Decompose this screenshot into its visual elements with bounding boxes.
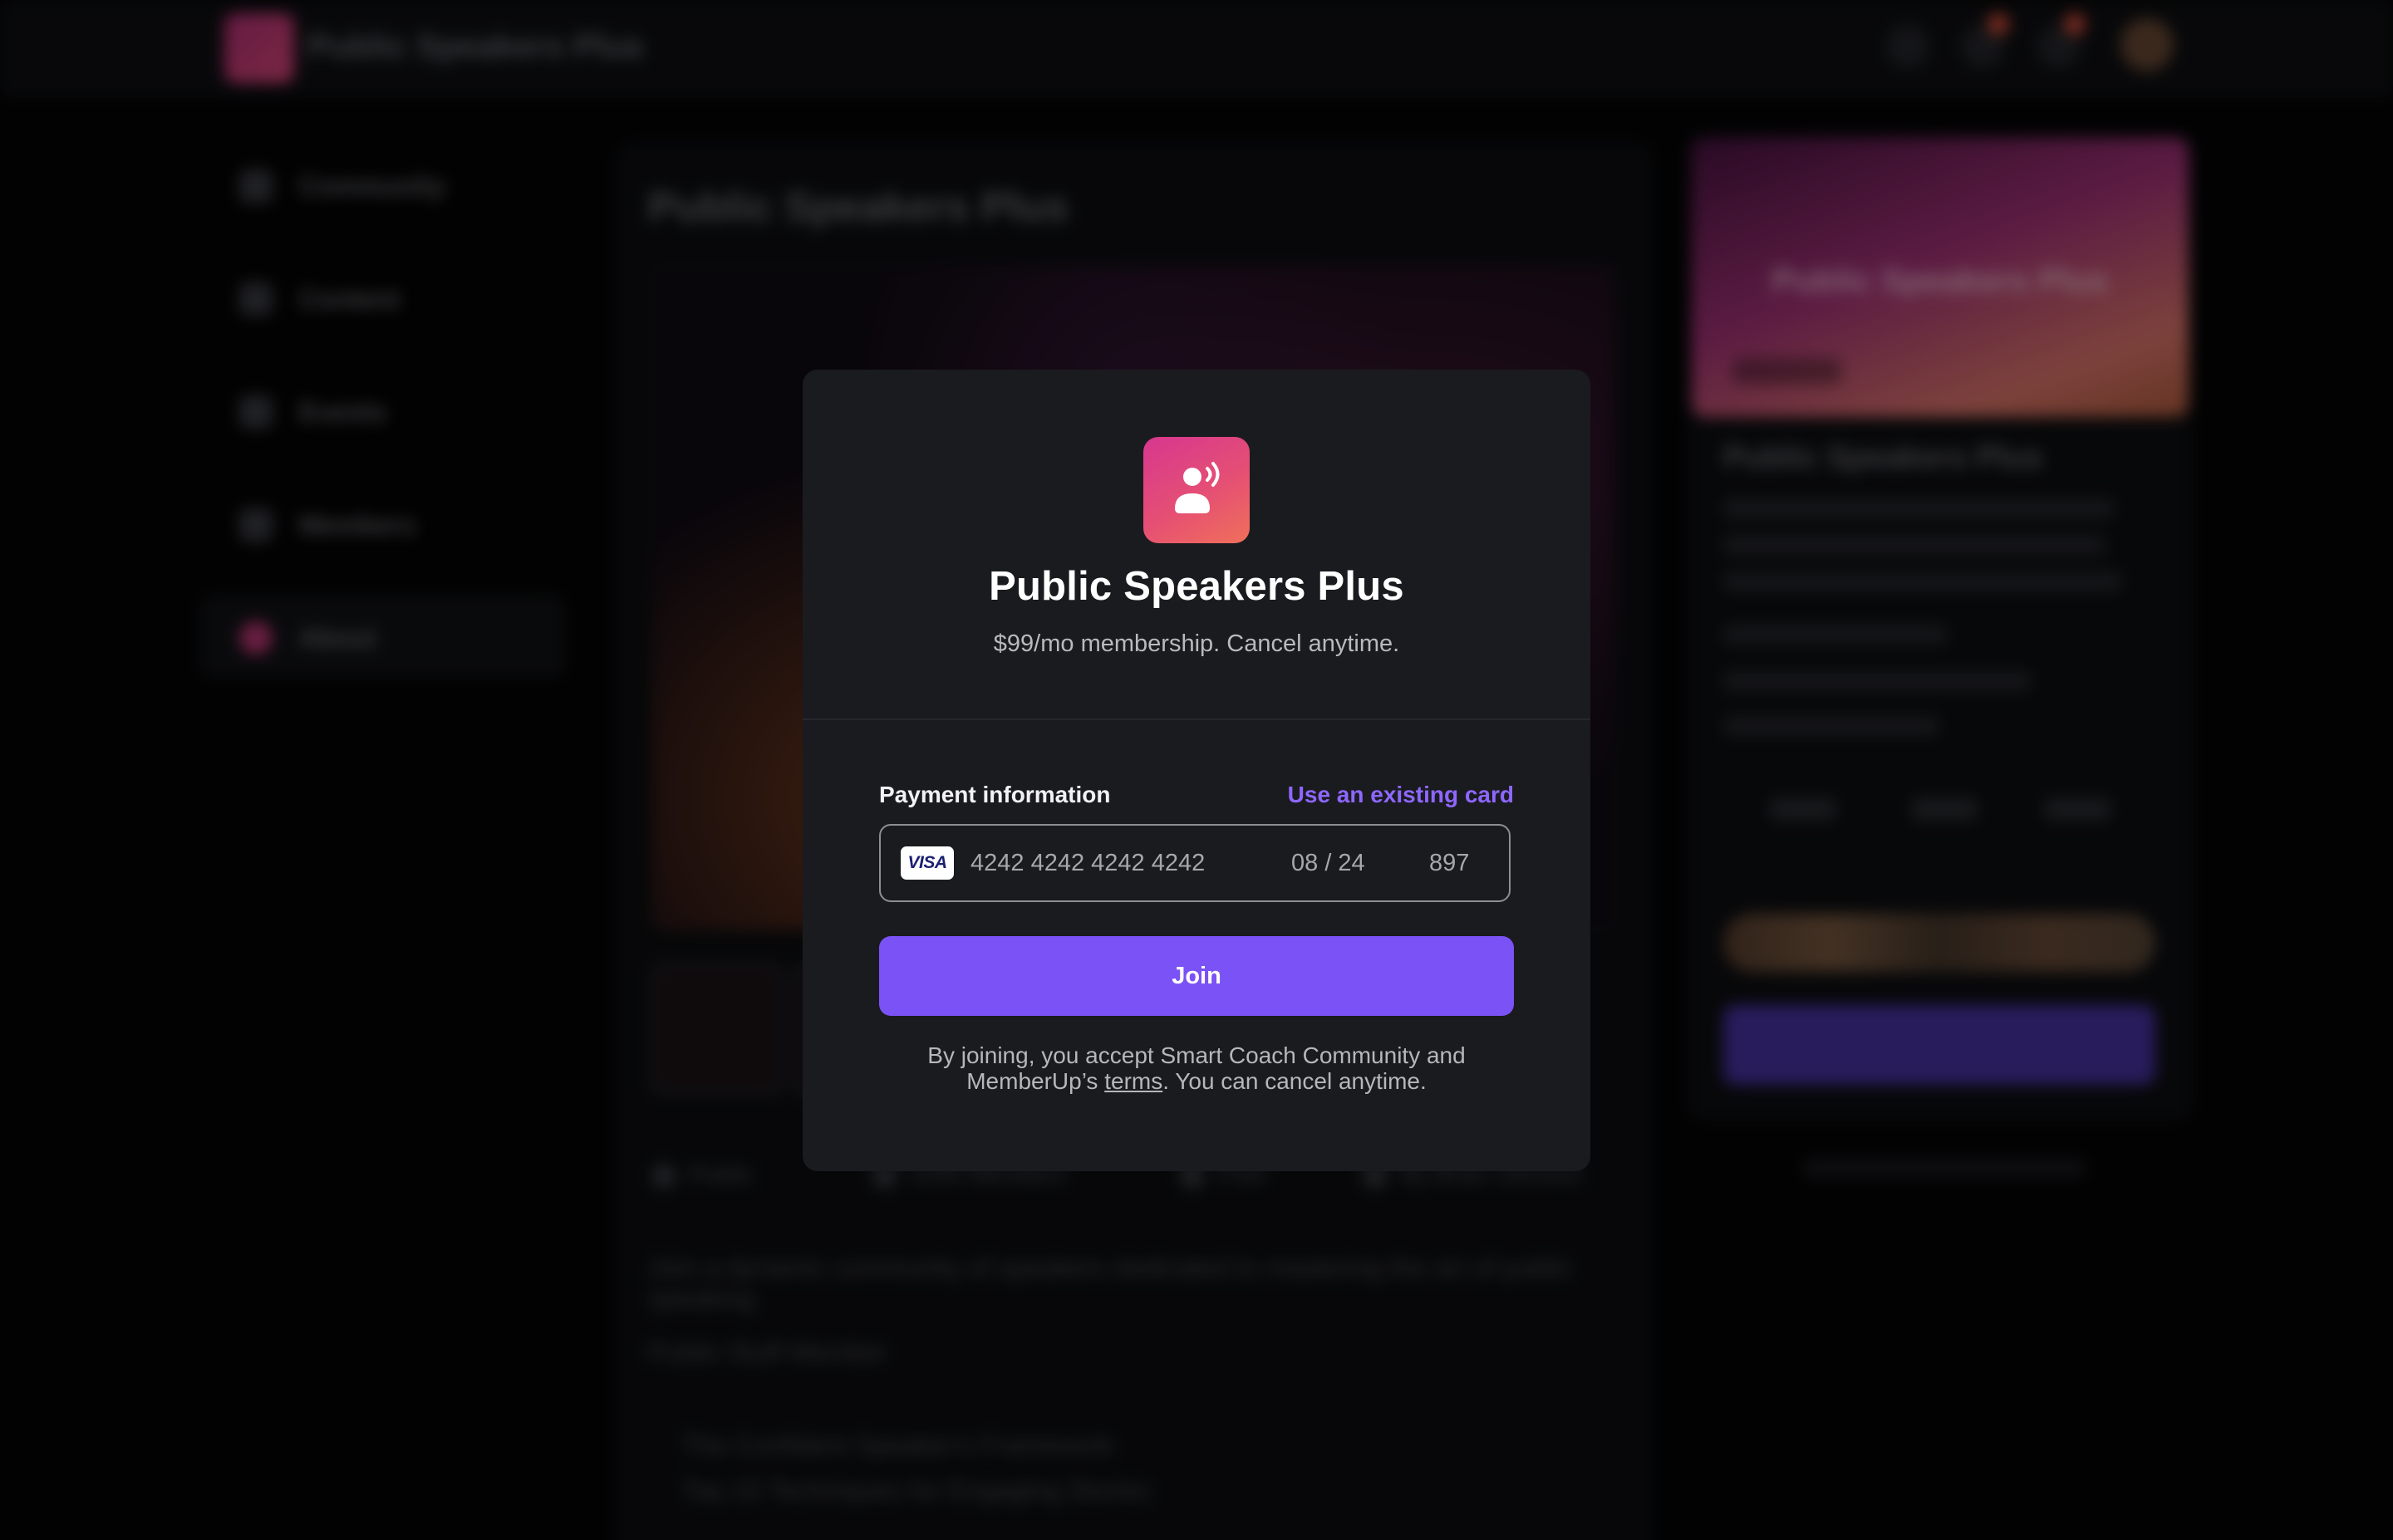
speaker-icon-glyph — [1175, 462, 1220, 513]
modal-title: Public Speakers Plus — [989, 564, 1404, 609]
legal-suffix: . You can cancel anytime. — [1162, 1068, 1427, 1094]
payment-label: Payment information — [879, 782, 1111, 807]
visa-icon: VISA — [901, 846, 954, 880]
use-existing-card-link[interactable]: Use an existing card — [1288, 782, 1514, 808]
card-input-field[interactable]: VISA — [879, 824, 1511, 902]
card-expiry-input[interactable] — [1291, 842, 1399, 884]
modal-header: Public Speakers Plus $99/mo membership. … — [803, 370, 1590, 719]
join-modal: Public Speakers Plus $99/mo membership. … — [803, 370, 1590, 1171]
speaker-icon — [1143, 437, 1250, 543]
divider — [803, 719, 1590, 720]
join-button[interactable]: Join — [879, 936, 1514, 1016]
terms-link[interactable]: terms — [1104, 1068, 1162, 1094]
membership-price: $99/mo membership. Cancel anytime. — [993, 630, 1400, 657]
legal-text: By joining, you accept Smart Coach Commu… — [879, 1042, 1514, 1094]
card-number-input[interactable] — [970, 842, 1278, 884]
page: Public Speakers Plus ⌄ Community Content… — [0, 0, 2393, 1540]
card-cvc-input[interactable] — [1429, 842, 1496, 884]
